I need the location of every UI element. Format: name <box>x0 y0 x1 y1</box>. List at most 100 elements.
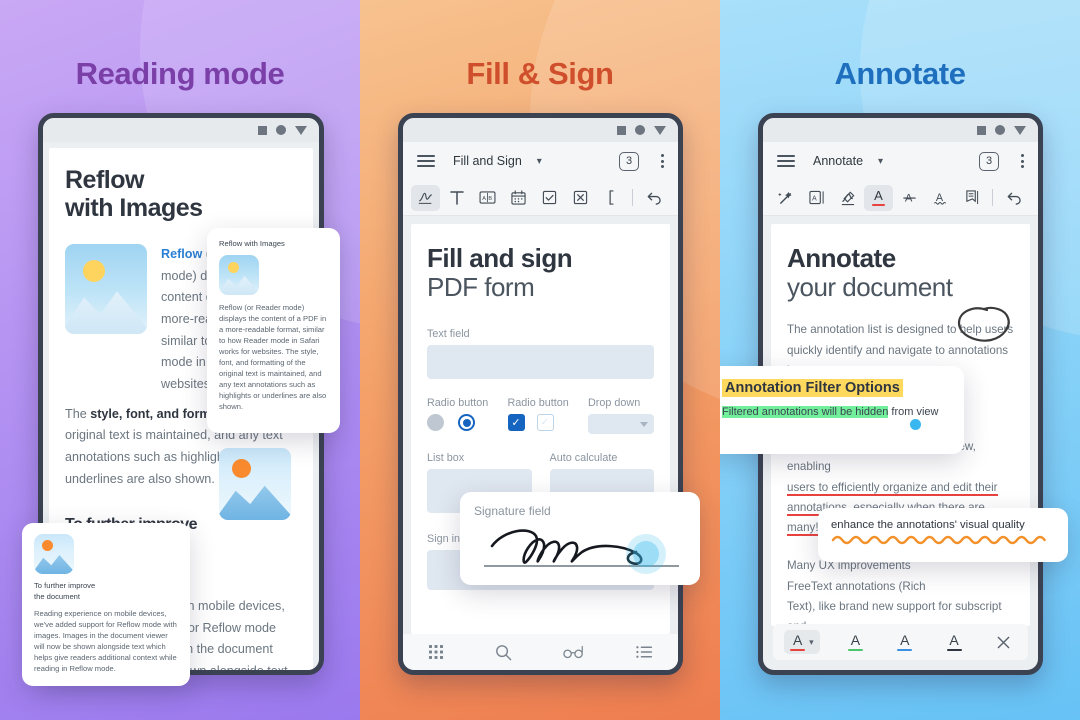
underline-blue[interactable]: A <box>891 630 918 654</box>
doc-heading-line2: with Images <box>65 194 203 222</box>
an-p3-line2: FreeText annotations (Rich <box>787 579 926 593</box>
undo-icon[interactable] <box>639 185 668 211</box>
panel-title-annotate: Annotate <box>834 56 966 91</box>
promo-screens: Reading mode Reflow with Images Reflow m… <box>0 0 1080 720</box>
signature-canvas[interactable] <box>474 524 686 577</box>
input-text-field[interactable] <box>427 345 654 380</box>
underline-red-picker[interactable]: A ▾ <box>784 629 820 655</box>
close-icon[interactable] <box>990 632 1017 653</box>
fc2-h1: To further improve <box>34 581 96 590</box>
triangle-back-icon[interactable] <box>295 125 307 135</box>
square-nav-icon[interactable] <box>617 125 626 135</box>
android-nav-bar <box>43 118 319 142</box>
grid-icon[interactable] <box>428 644 444 660</box>
checkbox-icon[interactable] <box>535 185 564 211</box>
undo-icon[interactable] <box>999 185 1028 211</box>
menu-icon[interactable] <box>777 155 795 167</box>
label-radio-2: Radio button <box>507 397 569 410</box>
doc-paragraph-ux: Many UX improvements FreeText annotation… <box>787 556 1014 626</box>
panel-reading-mode: Reading mode Reflow with Images Reflow m… <box>0 0 360 720</box>
image-annot-icon[interactable]: A <box>802 185 831 211</box>
label-listbox: List box <box>427 452 465 465</box>
more-options-icon[interactable] <box>1021 154 1024 168</box>
chevron-down-icon <box>640 421 648 427</box>
floating-card-squiggle: enhance the annotations' visual quality <box>818 508 1068 562</box>
highlighter-icon[interactable] <box>833 185 862 211</box>
triangle-back-icon[interactable] <box>654 125 666 135</box>
floating-card-body: Reflow (or Reader mode) displays the con… <box>219 303 327 411</box>
radio-unselected[interactable] <box>427 414 444 432</box>
square-nav-icon[interactable] <box>977 125 986 135</box>
touch-ripple-inner <box>633 541 659 567</box>
doc-heading-line1: Reflow <box>65 166 144 194</box>
floating-card-thumbnail <box>219 255 259 295</box>
more-options-icon[interactable] <box>661 154 664 168</box>
toolbar-divider <box>992 189 993 206</box>
list-icon[interactable] <box>635 645 653 659</box>
floating-card-heading: Reflow with Images <box>219 239 285 248</box>
radio-group-1: Radio button <box>427 397 492 434</box>
field-group-text: Text field <box>427 328 654 380</box>
strikethrough-icon[interactable]: A <box>895 185 924 211</box>
magic-wand-icon[interactable] <box>771 185 800 211</box>
checkbox-unchecked[interactable]: ✓ <box>536 414 554 432</box>
circle-nav-icon[interactable] <box>635 125 645 135</box>
floating-card-thumbnail-2 <box>34 534 74 574</box>
fs-heading-line1: Fill and sign <box>427 243 573 273</box>
svg-text:B: B <box>488 196 492 202</box>
label-dropdown: Drop down <box>588 397 641 410</box>
dropdown-group: Drop down <box>588 397 654 435</box>
textbox-icon[interactable]: AB <box>473 185 502 211</box>
toolbar-fillsign: AB <box>403 180 678 216</box>
an-heading-line2: your document <box>787 272 953 303</box>
radio-selected[interactable] <box>458 414 475 432</box>
text-icon[interactable] <box>442 185 471 211</box>
svg-text:A: A <box>482 196 486 202</box>
floating-card2-heading: To further improve the document <box>34 581 178 602</box>
android-nav-bar <box>763 118 1038 142</box>
doc-heading-annotate: Annotate your document <box>787 243 1014 303</box>
underline-red-icon[interactable]: A <box>864 184 893 211</box>
app-bar-fillsign: Fill and Sign ▾ 3 <box>403 142 678 180</box>
signature-icon[interactable] <box>411 184 440 211</box>
cross-box-icon[interactable] <box>566 185 595 211</box>
chevron-down-icon[interactable]: ▾ <box>537 156 542 167</box>
signature-field-label: Signature field <box>474 504 551 518</box>
app-title-label: Annotate <box>813 154 864 168</box>
date-icon[interactable] <box>504 185 533 211</box>
floating-card2-body: Reading experience on mobile devices, we… <box>34 609 177 674</box>
svg-text:A: A <box>812 195 817 202</box>
circle-nav-icon[interactable] <box>276 125 286 135</box>
reading-glasses-icon[interactable] <box>563 645 585 659</box>
dropdown-select[interactable] <box>588 414 654 435</box>
panel-title-fill-sign: Fill & Sign <box>466 56 614 91</box>
doc-thumbnail-image-2 <box>219 448 291 520</box>
panel-fill-and-sign: Fill & Sign Fill and Sign ▾ 3 A B Fill a… <box>360 0 720 720</box>
note-icon[interactable] <box>957 185 986 211</box>
squiggly-icon[interactable]: A <box>926 185 955 211</box>
underline-black[interactable]: A <box>941 630 968 654</box>
label-text-field: Text field <box>427 328 470 341</box>
underline-green[interactable]: A <box>842 630 869 654</box>
floating-card-signature: Signature field <box>460 492 700 585</box>
an-p3-line3: Text), like brand new support for subscr… <box>787 600 1002 626</box>
page-count-badge[interactable]: 3 <box>619 151 639 171</box>
menu-icon[interactable] <box>417 155 435 167</box>
floating-card-reflow: Reflow with Images Reflow (or Reader mod… <box>207 228 340 433</box>
selection-handle-right[interactable] <box>910 419 921 430</box>
chevron-down-icon[interactable]: ▾ <box>878 156 883 167</box>
bracket-icon[interactable] <box>597 185 626 211</box>
an-heading-line1: Annotate <box>787 243 896 273</box>
doc-link-reflow[interactable]: Reflow <box>161 247 202 261</box>
page-count-badge[interactable]: 3 <box>979 151 999 171</box>
circle-nav-icon[interactable] <box>995 125 1005 135</box>
floating-card-improve: To further improve the document Reading … <box>22 523 190 686</box>
chevron-down-icon: ▾ <box>809 636 814 647</box>
search-icon[interactable] <box>495 644 512 661</box>
filter-card-rest-text: from view <box>888 406 939 418</box>
toolbar-divider <box>632 189 633 206</box>
triangle-back-icon[interactable] <box>1014 125 1026 135</box>
square-nav-icon[interactable] <box>258 125 267 135</box>
checkbox-checked[interactable]: ✓ <box>507 414 525 432</box>
filter-card-highlighted-text: Filtered annotations will be hidden <box>722 406 889 418</box>
